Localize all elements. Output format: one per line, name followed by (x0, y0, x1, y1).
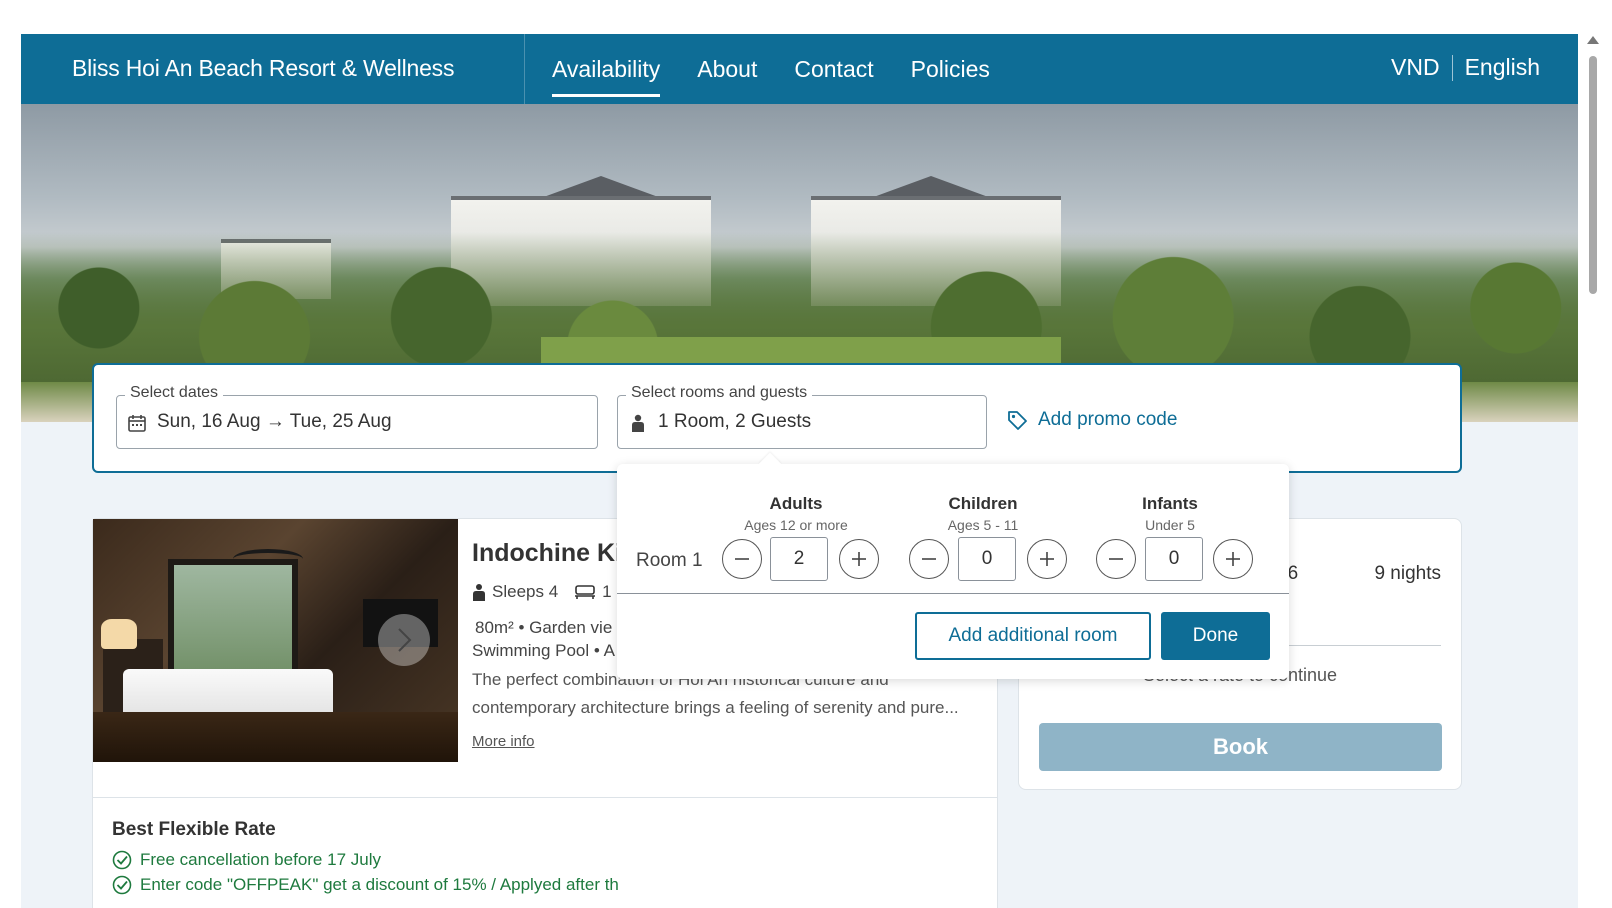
infants-header: Infants Under 5 (1100, 494, 1240, 533)
children-decrement-button[interactable] (909, 539, 949, 579)
brand-divider (524, 34, 525, 104)
room-title: Indochine Kin (472, 539, 638, 567)
plus-icon (1226, 552, 1240, 566)
infants-title: Infants (1142, 494, 1198, 513)
room-photo-lamp (101, 619, 137, 649)
room-photo-floor (93, 712, 458, 762)
top-navigation-bar: Bliss Hoi An Beach Resort & Wellness Ava… (21, 34, 1578, 104)
done-button[interactable]: Done (1161, 612, 1270, 660)
summary-nights: 9 nights (1374, 563, 1441, 584)
plus-icon (852, 552, 866, 566)
currency-selector[interactable]: VND (1391, 54, 1440, 81)
minus-icon (922, 558, 936, 560)
page: Bliss Hoi An Beach Resort & Wellness Ava… (21, 34, 1578, 908)
rate-title: Best Flexible Rate (112, 819, 276, 840)
rate-benefit-label: Free cancellation before 17 July (140, 850, 381, 869)
language-selector[interactable]: English (1465, 54, 1540, 81)
adults-increment-button[interactable] (839, 539, 879, 579)
sleeps-info: Sleeps 4 (472, 582, 558, 602)
children-increment-button[interactable] (1027, 539, 1067, 579)
rate-benefit-promo: Enter code "OFFPEAK" get a discount of 1… (112, 875, 619, 895)
person-icon (632, 414, 644, 432)
plus-icon (1040, 552, 1054, 566)
date-range-field[interactable]: Select dates Sun, 16 Aug → Tue, 25 Aug (116, 384, 598, 449)
room-photo-fan (233, 549, 303, 569)
room-features-line-2: Swimming Pool • A (472, 641, 615, 660)
main-nav: Availability About Contact Policies (552, 56, 990, 97)
minus-icon (735, 558, 749, 560)
bed-icon (575, 585, 596, 599)
infants-increment-button[interactable] (1213, 539, 1253, 579)
next-photo-button[interactable] (378, 614, 430, 666)
adults-count-input[interactable]: 2 (770, 537, 828, 581)
adults-subtitle: Ages 12 or more (744, 517, 848, 533)
search-card: Select dates Sun, 16 Aug → Tue, 25 Aug S… (92, 363, 1462, 473)
date-range-value: Sun, 16 Aug → Tue, 25 Aug (157, 411, 392, 432)
popover-divider (617, 593, 1289, 594)
rooms-guests-value: 1 Room, 2 Guests (658, 411, 812, 432)
bed-info: 1 I (574, 582, 621, 602)
infants-subtitle: Under 5 (1145, 517, 1195, 533)
hotel-name[interactable]: Bliss Hoi An Beach Resort & Wellness (72, 55, 454, 82)
more-info-link[interactable]: More info (472, 733, 535, 750)
nav-contact[interactable]: Contact (794, 56, 873, 89)
hero-roof (871, 176, 991, 198)
rooms-guests-field[interactable]: Select rooms and guests 1 Room, 2 Guests (617, 384, 987, 449)
chevron-right-icon (398, 628, 412, 652)
infants-count-input[interactable]: 0 (1145, 537, 1203, 581)
add-additional-room-button[interactable]: Add additional room (915, 612, 1151, 660)
check-circle-icon (112, 875, 132, 895)
nav-about[interactable]: About (697, 56, 757, 89)
scrollbar-thumb[interactable] (1589, 56, 1597, 294)
children-count-input[interactable]: 0 (958, 537, 1016, 581)
check-circle-icon (112, 850, 132, 870)
children-title: Children (948, 494, 1018, 513)
room-card-divider (93, 797, 997, 798)
adults-title: Adults (769, 494, 823, 513)
locale-divider (1451, 54, 1453, 81)
add-promo-code-label: Add promo code (1038, 409, 1178, 430)
rate-benefit-label: Enter code "OFFPEAK" get a discount of 1… (140, 875, 619, 894)
room-1-label: Room 1 (636, 550, 703, 571)
add-promo-code-link[interactable]: Add promo code (1006, 409, 1177, 431)
calendar-icon (128, 415, 146, 432)
nav-availability[interactable]: Availability (552, 56, 661, 97)
rate-benefit-free-cancellation: Free cancellation before 17 July (112, 850, 381, 870)
room-photo[interactable] (93, 519, 458, 762)
adults-header: Adults Ages 12 or more (726, 494, 866, 533)
room-meta: Sleeps 4 1 I (472, 582, 621, 602)
nav-policies[interactable]: Policies (911, 56, 990, 89)
infants-decrement-button[interactable] (1096, 539, 1136, 579)
adults-decrement-button[interactable] (722, 539, 762, 579)
book-button[interactable]: Book (1039, 723, 1442, 771)
guests-popover: Adults Ages 12 or more Children Ages 5 -… (617, 452, 1289, 679)
tag-icon (1008, 411, 1027, 430)
scroll-up-arrow-icon[interactable] (1587, 36, 1599, 44)
sleeps-label: Sleeps 4 (492, 582, 559, 601)
hero-roof (541, 176, 661, 198)
rooms-guests-label: Select rooms and guests (626, 384, 813, 402)
person-icon (473, 584, 485, 601)
page-scrollbar[interactable] (1586, 34, 1600, 908)
children-subtitle: Ages 5 - 11 (947, 517, 1019, 533)
children-header: Children Ages 5 - 11 (913, 494, 1053, 533)
locale-switcher: VND English (1391, 54, 1540, 81)
minus-icon (1109, 558, 1123, 560)
room-features-line-1: 80m² • Garden vie (475, 618, 613, 637)
date-range-label: Select dates (125, 384, 224, 402)
